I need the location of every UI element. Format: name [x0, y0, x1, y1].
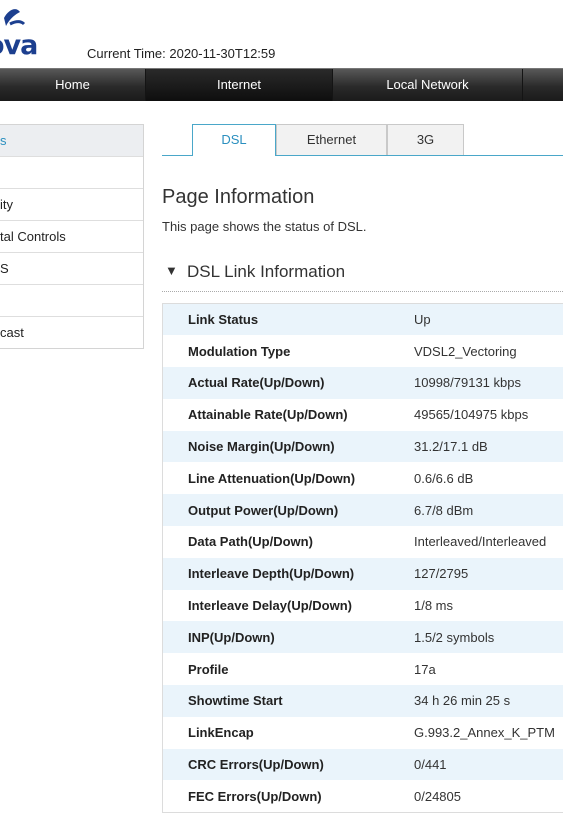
row-value: 31.2/17.1 dB — [414, 439, 488, 455]
tab-dsl[interactable]: DSL — [192, 124, 276, 156]
row-label: LinkEncap — [188, 725, 254, 741]
sidebar-item-multicast[interactable]: cast — [0, 316, 143, 348]
section-title: DSL Link Information — [187, 262, 346, 281]
row-value: 0.6/6.6 dB — [414, 470, 474, 486]
tab-ethernet[interactable]: Ethernet — [276, 124, 387, 155]
row-value: G.993.2_Annex_K_PTM — [414, 725, 555, 741]
table-row: Actual Rate(Up/Down) 10998/79131 kbps — [162, 367, 563, 399]
row-label: Actual Rate(Up/Down) — [188, 375, 325, 391]
current-time: Current Time: 2020-11-30T12:59 — [87, 46, 275, 61]
row-value: 127/2795 — [414, 566, 469, 582]
row-value: 17a — [414, 661, 436, 677]
tab-bar: DSL Ethernet 3G — [162, 124, 563, 156]
row-value: 0/441 — [414, 757, 447, 773]
row-value: 10998/79131 kbps — [414, 375, 521, 391]
row-label: INP(Up/Down) — [188, 629, 275, 645]
table-row: LinkEncap G.993.2_Annex_K_PTM — [162, 716, 563, 749]
table-row: Attainable Rate(Up/Down) 49565/104975 kbp… — [162, 398, 563, 431]
table-row: Data Path(Up/Down) Interleaved/Interleave… — [162, 526, 563, 558]
sidebar-item-6[interactable] — [0, 284, 143, 316]
row-label: Modulation Type — [188, 343, 291, 359]
sidebar-item-label: cast — [0, 325, 24, 340]
row-label: Attainable Rate(Up/Down) — [188, 407, 348, 423]
sidebar-item-label: ity — [0, 197, 13, 212]
current-time-label: Current Time: — [87, 46, 170, 61]
row-value: 0/24805 — [414, 788, 461, 804]
row-value: 34 h 26 min 25 s — [414, 693, 511, 709]
tab-3g[interactable]: 3G — [387, 124, 464, 155]
row-label: CRC Errors(Up/Down) — [188, 757, 324, 773]
row-label: Profile — [188, 661, 229, 677]
table-row: Line Attenuation(Up/Down) 0.6/6.6 dB — [162, 462, 563, 495]
row-value: VDSL2_Vectoring — [414, 343, 517, 359]
dsl-info-table: Link Status Up Modulation Type VDSL2_Vecto… — [162, 303, 563, 813]
row-label: Interleave Depth(Up/Down) — [188, 566, 355, 582]
sidebar-item-2[interactable] — [0, 156, 143, 188]
table-row: FEC Errors(Up/Down) 0/24805 — [162, 780, 563, 813]
table-row: Profile 17a — [162, 653, 563, 686]
table-row: INP(Up/Down) 1.5/2 symbols — [162, 621, 563, 654]
collapse-caret-icon: ▼ — [165, 263, 178, 278]
sidebar-item-label: S — [0, 261, 9, 276]
row-label: Interleave Delay(Up/Down) — [188, 598, 352, 614]
table-row: Noise Margin(Up/Down) 31.2/17.1 dB — [162, 430, 563, 463]
sidebar: s ity tal Controls S cast — [0, 124, 144, 349]
row-label: FEC Errors(Up/Down) — [188, 788, 322, 804]
row-value: 49565/104975 kbps — [414, 407, 529, 423]
table-row: Output Power(Up/Down) 6.7/8 dBm — [162, 494, 563, 527]
page-description: This page shows the status of DSL. — [162, 219, 367, 234]
sidebar-item-5[interactable]: S — [0, 252, 143, 284]
table-row: Interleave Delay(Up/Down) 1/8 ms — [162, 589, 563, 622]
row-label: Link Status — [188, 312, 259, 328]
sidebar-item-security[interactable]: ity — [0, 188, 143, 220]
table-row: CRC Errors(Up/Down) 0/441 — [162, 748, 563, 781]
row-value: Up — [414, 312, 431, 328]
table-row: Modulation Type VDSL2_Vectoring — [162, 335, 563, 368]
main-navbar: Home Internet Local Network — [0, 68, 563, 101]
sidebar-item-label: s — [0, 133, 7, 148]
section-divider — [162, 291, 563, 292]
brand-logo-text: ova — [0, 30, 38, 61]
row-label: Output Power(Up/Down) — [188, 502, 339, 518]
sidebar-item-status[interactable]: s — [0, 125, 143, 156]
table-row: Interleave Depth(Up/Down) 127/2795 — [162, 557, 563, 590]
row-value: 6.7/8 dBm — [414, 502, 474, 518]
sidebar-item-parental-controls[interactable]: tal Controls — [0, 220, 143, 252]
page-title: Page Information — [162, 186, 315, 208]
row-value: 1/8 ms — [414, 598, 454, 614]
current-time-value: 2020-11-30T12:59 — [169, 46, 276, 61]
row-label: Line Attenuation(Up/Down) — [188, 470, 356, 486]
sidebar-item-label: tal Controls — [0, 229, 66, 244]
nav-internet[interactable]: Internet — [146, 69, 333, 101]
nav-home[interactable]: Home — [0, 69, 146, 101]
row-value: Interleaved/Interleaved — [414, 534, 547, 550]
dsl-link-section-toggle[interactable]: ▼ DSL Link Information — [162, 262, 563, 292]
table-row: Showtime Start 34 h 26 min 25 s — [162, 685, 563, 717]
row-label: Data Path(Up/Down) — [188, 534, 313, 550]
table-row: Link Status Up — [162, 303, 563, 336]
row-label: Noise Margin(Up/Down) — [188, 439, 335, 455]
nav-local-network[interactable]: Local Network — [333, 69, 523, 101]
row-value: 1.5/2 symbols — [414, 629, 495, 645]
row-label: Showtime Start — [188, 693, 283, 709]
